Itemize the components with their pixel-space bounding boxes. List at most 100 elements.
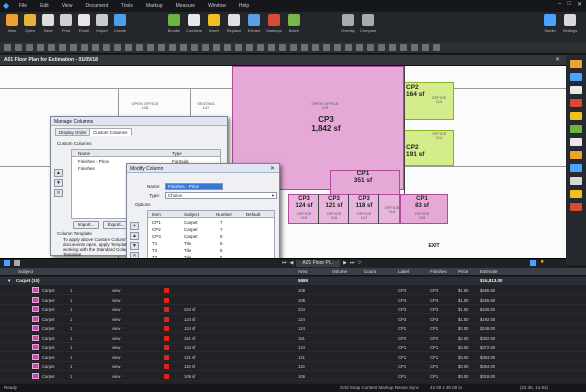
move-down-button[interactable]: ▼ [130,242,139,250]
tool-icon[interactable] [433,44,440,51]
markup-row[interactable]: Carpet 1 view 124 sf 124 CP3 CP3 $1.50 $192.00 [0,315,586,324]
status-modes[interactable]: Grid Snap Content Markup Reuse Sync [340,385,419,390]
menu-markup[interactable]: Markup [146,3,163,9]
add-option-button[interactable]: + [130,222,139,230]
tool-icon[interactable] [191,44,198,51]
tool-icon[interactable] [400,44,407,51]
studio-button[interactable]: Studio [542,14,558,33]
tool-icon[interactable] [4,44,11,51]
tool-icon[interactable] [169,44,176,51]
import-button[interactable]: Import [94,14,110,33]
close-icon[interactable]: ✕ [577,1,582,8]
compare-button[interactable]: Compare [360,14,376,33]
email-button[interactable]: Email [76,14,92,33]
panel-icon[interactable] [530,260,536,266]
move-down-button[interactable]: ▼ [54,179,63,187]
column-header[interactable]: Area [298,269,308,274]
eraser-icon[interactable] [570,177,582,185]
pen-icon[interactable] [570,60,582,68]
menu-help[interactable]: Help [239,3,249,9]
tool-icon[interactable] [59,44,66,51]
tool-icon[interactable] [213,44,220,51]
markup-row[interactable]: Carpet 1 view 106 sf 106 CP1 CP1 $3.00 $318.00 [0,372,586,381]
tool-icon[interactable] [268,44,275,51]
column-header[interactable]: Count [364,269,376,274]
highlight-icon[interactable] [570,73,582,81]
tool-icon[interactable] [81,44,88,51]
column-header[interactable]: Estimate [480,269,498,274]
tool-icon[interactable] [37,44,44,51]
tool-icon[interactable] [136,44,143,51]
tool-icon[interactable] [389,44,396,51]
page-select[interactable]: A01 Floor Pl... [296,259,341,267]
tool-icon[interactable] [257,44,264,51]
next-page-icon[interactable]: ▶ [343,260,347,266]
layout-icon[interactable] [14,260,20,266]
room-tag-cp3-c[interactable]: CP3 118 sf [350,196,378,209]
measure-icon[interactable] [570,125,582,133]
callout-icon[interactable] [570,190,582,198]
tool-icon[interactable] [290,44,297,51]
options-row[interactable]: T2 Tile 5 [148,247,274,254]
move-up-button[interactable]: ▲ [54,169,63,177]
stamp-icon[interactable] [570,138,582,146]
last-page-icon[interactable]: ⏭ [350,260,355,266]
room-tag-cp1[interactable]: CP1 351 sf [348,170,378,184]
open-button[interactable]: Open [22,14,38,33]
shape-icon[interactable] [570,99,582,107]
tool-icon[interactable] [158,44,165,51]
tool-icon[interactable] [235,44,242,51]
tool-icon[interactable] [70,44,77,51]
tool-icon[interactable] [301,44,308,51]
options-row[interactable]: T1 Tile 6 [148,240,274,247]
room-tag-cp2-bottom[interactable]: CP2 191 sf [406,144,432,158]
chevron-down-icon[interactable]: ▾ [8,278,10,284]
tool-icon[interactable] [125,44,132,51]
app-logo-icon[interactable]: ◆ [3,1,15,11]
tool-icon[interactable] [147,44,154,51]
tab-display-order[interactable]: Display Order [55,128,91,136]
markup-row[interactable]: Carpet 1 view 124 sf 124 CP2 CP2 $2.00 $248.00 [0,324,586,333]
create-button[interactable]: Create [112,14,128,33]
column-header[interactable]: Finishes [430,269,447,274]
bundle-button[interactable]: Bundle [166,14,182,33]
settings-button[interactable]: Settings [562,14,578,33]
tool-icon[interactable] [114,44,121,51]
room-tag-cp1-small[interactable]: CP1 83 sf [408,196,436,209]
tool-icon[interactable] [378,44,385,51]
room-tag-cp3-large[interactable]: CP3 1,842 sf [296,115,356,134]
print-button[interactable]: Print [58,14,74,33]
markup-row[interactable]: Carpet 1 view 224 sf 224 CP3 CP3 $1.50 $436.50 [0,305,586,314]
tool-icon[interactable] [224,44,231,51]
text-icon[interactable] [570,86,582,94]
tab-custom-columns[interactable]: Custom Columns [89,128,132,136]
tool-icon[interactable] [15,44,22,51]
tool-icon[interactable] [312,44,319,51]
minimize-icon[interactable]: – [558,1,561,8]
overlay-button[interactable]: Overlay [340,14,356,33]
tool-icon[interactable] [323,44,330,51]
lock-icon[interactable]: ● [540,259,544,265]
menu-measure[interactable]: Measure [176,3,195,9]
close-icon[interactable]: ✕ [270,165,275,172]
column-header[interactable]: Volume [332,269,347,274]
save-button[interactable]: Save [40,14,56,33]
close-tab-icon[interactable]: ✕ [555,56,560,63]
markup-row[interactable]: Carpet 1 view 121 sf 121 CP1 CP1 $3.00 $363.00 [0,353,586,362]
tool-icon[interactable] [180,44,187,51]
tool-icon[interactable] [279,44,286,51]
delete-column-button[interactable]: ✕ [54,189,63,197]
markup-row[interactable]: Carpet 1 view 151 sf 151 CP2 CP2 $2.00 $302.00 [0,334,586,343]
column-header[interactable]: Price [458,269,468,274]
note-icon[interactable] [570,112,582,120]
column-header[interactable]: Subject [18,269,33,274]
document-tab[interactable]: A01 Floor Plan for Estimation - 01/09/18… [0,55,566,66]
options-row[interactable]: CP3 Carpet 8 [148,233,274,240]
markup-row[interactable]: Carpet 1 view 124 sf 124 CP1 CP1 $3.00 $372.00 [0,343,586,352]
tool-icon[interactable] [356,44,363,51]
first-page-icon[interactable]: ⏮ [282,260,287,266]
menu-view[interactable]: View [62,3,73,9]
markup-row[interactable]: Carpet 1 view 108 CP3 CP3 $1.50 $265.50 [0,296,586,305]
extract-button[interactable]: Extract [246,14,262,33]
thumbnails-icon[interactable] [4,260,10,266]
